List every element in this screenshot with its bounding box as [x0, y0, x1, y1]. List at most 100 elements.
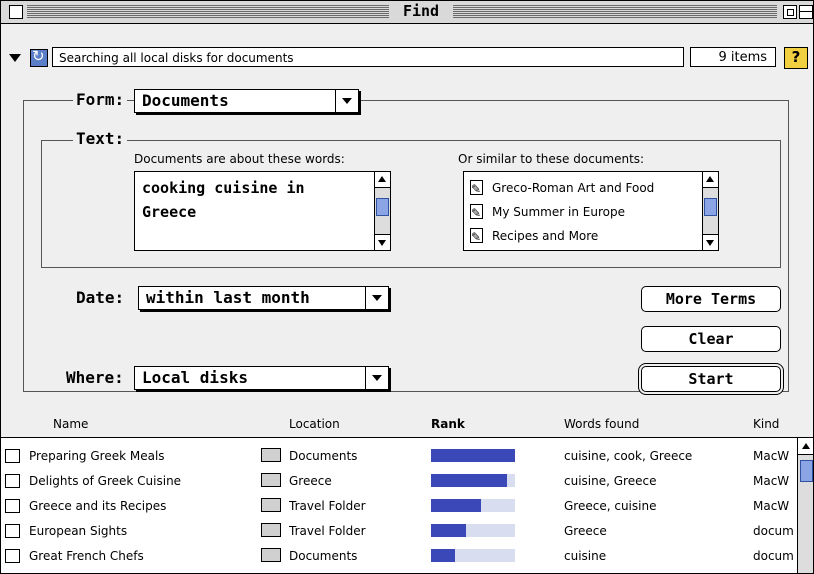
result-kind: MacW — [753, 474, 790, 488]
rank-bar-fill — [431, 499, 482, 512]
result-words-found: Greece, cuisine — [564, 499, 657, 513]
result-kind: docum — [753, 524, 794, 538]
where-popup-value: Local disks — [142, 368, 248, 387]
words-scrollbar[interactable] — [374, 172, 390, 250]
column-words-found[interactable]: Words found — [564, 417, 639, 431]
rank-bar — [431, 474, 515, 487]
document-icon — [5, 499, 20, 513]
status-row: Searching all local disks for documents … — [1, 45, 813, 71]
date-label: Date: — [73, 288, 128, 307]
result-words-found: cuisine, Greece — [564, 474, 657, 488]
start-button[interactable]: Start — [641, 366, 781, 392]
document-icon — [5, 474, 20, 488]
result-location: Travel Folder — [289, 524, 366, 538]
column-name[interactable]: Name — [53, 417, 88, 431]
form-popup-value: Documents — [142, 91, 229, 110]
scroll-up-arrow-icon[interactable] — [798, 438, 813, 455]
similar-doc-name: Greco-Roman Art and Food — [492, 181, 655, 195]
title-bar[interactable]: Find — [1, 1, 813, 24]
result-row[interactable]: Preparing Greek Meals Documents cuisine,… — [1, 444, 797, 468]
rank-bar — [431, 524, 515, 537]
items-count: 9 items — [690, 47, 776, 67]
scroll-up-arrow-icon[interactable] — [703, 172, 718, 188]
rank-bar — [431, 549, 515, 562]
result-row[interactable]: European Sights Travel Folder Greece doc… — [1, 519, 797, 543]
column-kind[interactable]: Kind — [753, 417, 779, 431]
document-icon — [5, 449, 20, 463]
scroll-down-arrow-icon[interactable] — [375, 234, 390, 250]
folder-icon — [261, 448, 281, 462]
results-column-header: Name Location Rank Words found Kind — [1, 409, 813, 438]
status-message: Searching all local disks for documents — [52, 47, 684, 67]
zoom-box[interactable] — [783, 5, 797, 19]
column-rank[interactable]: Rank — [431, 417, 465, 431]
rank-bar-fill — [431, 549, 455, 562]
document-icon — [470, 177, 483, 201]
words-line-2: Greece — [142, 203, 197, 221]
results-scrollbar[interactable] — [797, 438, 813, 573]
disclosure-triangle-icon[interactable] — [9, 54, 21, 62]
find-window: Find Searching all local disks for docum… — [0, 0, 814, 574]
result-name: Greece and its Recipes — [29, 499, 167, 513]
results-list: Preparing Greek Meals Documents cuisine,… — [1, 438, 813, 573]
document-icon — [470, 225, 483, 249]
scroll-thumb[interactable] — [376, 198, 389, 216]
folder-icon — [261, 523, 281, 537]
scroll-down-arrow-icon[interactable] — [703, 234, 718, 250]
close-box[interactable] — [9, 5, 23, 19]
similar-doc-name: Recipes and More — [492, 229, 599, 243]
similar-doc-item[interactable]: My Summer in Europe — [464, 200, 718, 225]
scroll-up-arrow-icon[interactable] — [375, 172, 390, 188]
result-words-found: cuisine — [564, 549, 607, 563]
result-name: Great French Chefs — [29, 549, 144, 563]
where-label: Where: — [63, 368, 127, 387]
clear-button[interactable]: Clear — [641, 326, 781, 352]
chevron-down-icon — [335, 90, 358, 112]
rank-bar — [431, 499, 515, 512]
words-textarea[interactable]: cooking cuisine in Greece — [134, 171, 391, 251]
rank-bar — [431, 449, 515, 462]
document-icon — [5, 524, 20, 538]
collapse-box[interactable] — [799, 5, 813, 19]
scroll-thumb[interactable] — [704, 198, 717, 216]
date-popup[interactable]: within last month — [138, 286, 389, 310]
result-row[interactable]: Greece and its Recipes Travel Folder Gre… — [1, 494, 797, 518]
folder-icon — [261, 498, 281, 512]
folder-icon — [261, 473, 281, 487]
chevron-down-icon — [365, 367, 388, 389]
window-title: Find — [391, 2, 451, 20]
result-name: Delights of Greek Cuisine — [29, 474, 182, 488]
similar-documents-list[interactable]: Greco-Roman Art and Food My Summer in Eu… — [463, 171, 719, 251]
where-popup[interactable]: Local disks — [134, 366, 389, 390]
similar-scrollbar[interactable] — [702, 172, 718, 250]
similar-doc-name: My Summer in Europe — [492, 205, 625, 219]
text-label: Text: — [73, 129, 128, 148]
rank-bar-fill — [431, 449, 515, 462]
folder-icon — [261, 548, 281, 562]
result-row[interactable]: Great French Chefs Documents cuisine doc… — [1, 544, 797, 568]
result-location: Travel Folder — [289, 499, 366, 513]
rank-bar-fill — [431, 474, 507, 487]
column-location[interactable]: Location — [289, 417, 340, 431]
similar-label: Or similar to these documents: — [458, 152, 645, 166]
help-button[interactable]: ? — [784, 47, 808, 69]
words-line-1: cooking cuisine in — [142, 179, 305, 197]
similar-doc-item[interactable]: Greco-Roman Art and Food — [464, 176, 718, 201]
result-row[interactable]: Delights of Greek Cuisine Greece cuisine… — [1, 469, 797, 493]
title-bar-stripes-left — [27, 5, 389, 18]
date-popup-value: within last month — [146, 288, 310, 307]
form-label: Form: — [73, 90, 128, 109]
result-kind: MacW — [753, 449, 790, 463]
chevron-down-icon — [365, 287, 388, 309]
result-location: Greece — [289, 474, 332, 488]
result-location: Documents — [289, 549, 358, 563]
result-location: Documents — [289, 449, 358, 463]
more-terms-button[interactable]: More Terms — [641, 286, 781, 312]
form-popup[interactable]: Documents — [134, 89, 359, 113]
result-name: European Sights — [29, 524, 128, 538]
words-label: Documents are about these words: — [134, 152, 345, 166]
result-name: Preparing Greek Meals — [29, 449, 165, 463]
searching-arrows-icon — [30, 47, 48, 67]
similar-doc-item[interactable]: Recipes and More — [464, 224, 718, 249]
scroll-thumb[interactable] — [800, 460, 813, 482]
